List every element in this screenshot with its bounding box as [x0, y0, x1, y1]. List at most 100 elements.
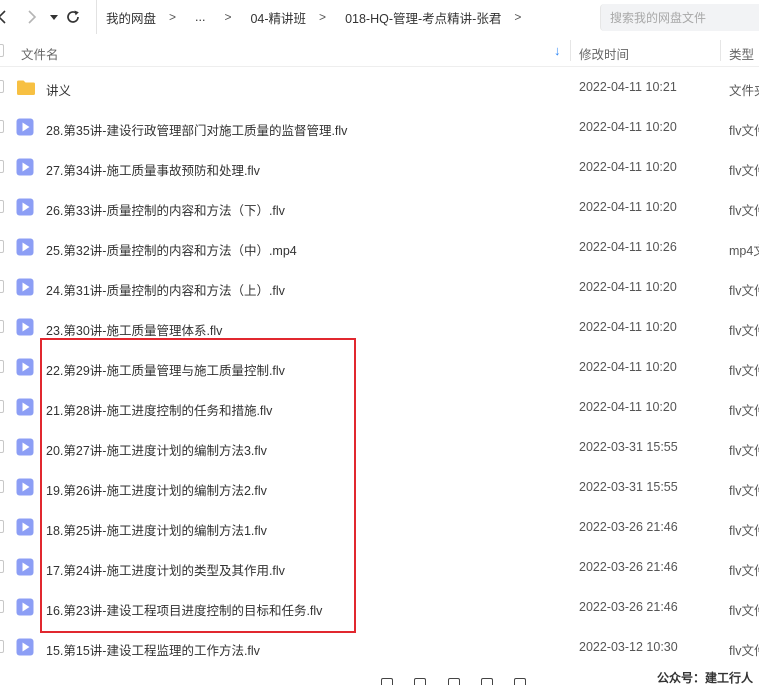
file-row[interactable]: 讲义 2022-04-11 10:21 文件夹	[0, 67, 759, 107]
column-header-type[interactable]: 类型	[729, 44, 754, 63]
search-placeholder: 搜索我的网盘文件	[610, 11, 707, 25]
row-checkbox[interactable]	[0, 640, 4, 653]
file-row[interactable]: 16.第23讲-建设工程项目进度控制的目标和任务.flv 2022-03-26 2…	[0, 587, 759, 627]
forward-icon[interactable]	[22, 7, 42, 27]
file-name[interactable]: 17.第24讲-施工进度计划的类型及其作用.flv	[46, 560, 285, 579]
file-name[interactable]: 26.第33讲-质量控制的内容和方法（下）.flv	[46, 200, 285, 219]
file-row[interactable]: 17.第24讲-施工进度计划的类型及其作用.flv 2022-03-26 21:4…	[0, 547, 759, 587]
breadcrumb-separator: >	[319, 10, 327, 24]
history-dropdown-icon[interactable]	[44, 7, 64, 27]
row-checkbox[interactable]	[0, 80, 4, 93]
file-name[interactable]: 25.第32讲-质量控制的内容和方法（中）.mp4	[46, 240, 297, 259]
file-type: flv文件	[729, 324, 759, 338]
more-icon[interactable]	[514, 678, 526, 685]
video-file-icon	[16, 118, 34, 136]
file-type: flv文件	[729, 284, 759, 298]
file-modified-time: 2022-04-11 10:20	[579, 320, 677, 334]
file-name[interactable]: 24.第31讲-质量控制的内容和方法（上）.flv	[46, 280, 285, 299]
row-checkbox[interactable]	[0, 280, 4, 293]
video-file-icon	[16, 358, 34, 376]
file-name[interactable]: 23.第30讲-施工质量管理体系.flv	[46, 320, 222, 339]
file-type: flv文件	[729, 604, 759, 618]
file-row[interactable]: 18.第25讲-施工进度计划的编制方法1.flv 2022-03-26 21:46…	[0, 507, 759, 547]
back-icon[interactable]	[0, 7, 12, 27]
video-file-icon	[16, 518, 34, 536]
row-checkbox[interactable]	[0, 200, 4, 213]
file-name[interactable]: 20.第27讲-施工进度计划的编制方法3.flv	[46, 440, 267, 459]
file-modified-time: 2022-04-11 10:20	[579, 280, 677, 294]
file-type: mp4文件	[729, 244, 759, 258]
file-name[interactable]: 19.第26讲-施工进度计划的编制方法2.flv	[46, 480, 267, 499]
file-name[interactable]: 28.第35讲-建设行政管理部门对施工质量的监督管理.flv	[46, 120, 347, 139]
row-checkbox[interactable]	[0, 520, 4, 533]
file-name[interactable]: 18.第25讲-施工进度计划的编制方法1.flv	[46, 520, 267, 539]
select-all-checkbox[interactable]	[0, 44, 4, 57]
file-name[interactable]: 16.第23讲-建设工程项目进度控制的目标和任务.flv	[46, 600, 322, 619]
search-input[interactable]: 搜索我的网盘文件	[600, 4, 759, 31]
file-row[interactable]: 21.第28讲-施工进度控制的任务和措施.flv 2022-04-11 10:20…	[0, 387, 759, 427]
file-modified-time: 2022-04-11 10:20	[579, 400, 677, 414]
file-row[interactable]: 28.第35讲-建设行政管理部门对施工质量的监督管理.flv 2022-04-11…	[0, 107, 759, 147]
file-type: flv文件	[729, 524, 759, 538]
column-divider[interactable]	[570, 40, 571, 61]
file-name[interactable]: 21.第28讲-施工进度控制的任务和措施.flv	[46, 400, 272, 419]
video-file-icon	[16, 158, 34, 176]
file-row[interactable]: 19.第26讲-施工进度计划的编制方法2.flv 2022-03-31 15:55…	[0, 467, 759, 507]
file-name[interactable]: 15.第15讲-建设工程监理的工作方法.flv	[46, 640, 260, 659]
file-row[interactable]: 27.第34讲-施工质量事故预防和处理.flv 2022-04-11 10:20 f…	[0, 147, 759, 187]
refresh-icon[interactable]	[63, 7, 83, 27]
file-type: flv文件	[729, 124, 759, 138]
row-checkbox[interactable]	[0, 240, 4, 253]
breadcrumb-item-current-folder[interactable]: 018-HQ-管理-考点精讲-张君	[345, 8, 501, 27]
breadcrumb-item-my-drive[interactable]: 我的网盘	[106, 8, 156, 27]
folder-icon	[16, 79, 36, 96]
column-header-name[interactable]: 文件名	[21, 44, 59, 63]
file-modified-time: 2022-04-11 10:20	[579, 160, 677, 174]
video-file-icon	[16, 198, 34, 216]
file-row[interactable]: 26.第33讲-质量控制的内容和方法（下）.flv 2022-04-11 10:2…	[0, 187, 759, 227]
file-type: flv文件	[729, 204, 759, 218]
file-row[interactable]: 25.第32讲-质量控制的内容和方法（中）.mp4 2022-04-11 10:2…	[0, 227, 759, 267]
file-row[interactable]: 22.第29讲-施工质量管理与施工质量控制.flv 2022-04-11 10:2…	[0, 347, 759, 387]
sort-descending-icon[interactable]: ↓	[554, 43, 561, 58]
breadcrumb-item-course[interactable]: 04-精讲班	[250, 8, 306, 27]
watermark-text: 公众号：建工行人	[655, 669, 754, 685]
file-row[interactable]: 23.第30讲-施工质量管理体系.flv 2022-04-11 10:20 flv文…	[0, 307, 759, 347]
row-checkbox[interactable]	[0, 480, 4, 493]
file-row[interactable]: 15.第15讲-建设工程监理的工作方法.flv 2022-03-12 10:30 f…	[0, 627, 759, 667]
file-modified-time: 2022-03-26 21:46	[579, 520, 678, 534]
move-icon[interactable]	[481, 678, 493, 685]
file-modified-time: 2022-04-11 10:20	[579, 200, 677, 214]
file-row[interactable]: 20.第27讲-施工进度计划的编制方法3.flv 2022-03-31 15:55…	[0, 427, 759, 467]
row-checkbox[interactable]	[0, 560, 4, 573]
file-type: flv文件	[729, 404, 759, 418]
share-icon[interactable]	[381, 678, 393, 685]
file-modified-time: 2022-03-26 21:46	[579, 560, 678, 574]
row-checkbox[interactable]	[0, 440, 4, 453]
delete-icon[interactable]	[448, 678, 460, 685]
file-type: flv文件	[729, 444, 759, 458]
file-name[interactable]: 22.第29讲-施工质量管理与施工质量控制.flv	[46, 360, 285, 379]
breadcrumb-separator: >	[514, 10, 522, 24]
video-file-icon	[16, 318, 34, 336]
file-modified-time: 2022-04-11 10:20	[579, 120, 677, 134]
file-name[interactable]: 27.第34讲-施工质量事故预防和处理.flv	[46, 160, 260, 179]
video-file-icon	[16, 598, 34, 616]
row-checkbox[interactable]	[0, 360, 4, 373]
row-checkbox[interactable]	[0, 400, 4, 413]
file-list-header: 文件名 ↓ 修改时间 类型	[0, 34, 759, 67]
video-file-icon	[16, 278, 34, 296]
breadcrumb-separator: >	[224, 10, 232, 24]
cut-icon[interactable]	[414, 678, 426, 685]
row-checkbox[interactable]	[0, 320, 4, 333]
file-type: flv文件	[729, 644, 759, 658]
breadcrumb-item-ellipsis[interactable]: ...	[195, 10, 205, 24]
file-row[interactable]: 24.第31讲-质量控制的内容和方法（上）.flv 2022-04-11 10:2…	[0, 267, 759, 307]
file-name[interactable]: 讲义	[46, 80, 71, 99]
row-checkbox[interactable]	[0, 600, 4, 613]
row-checkbox[interactable]	[0, 160, 4, 173]
breadcrumb: 我的网盘 > ... > 04-精讲班 > 018-HQ-管理-考点精讲-张君 …	[96, 0, 540, 34]
column-divider[interactable]	[720, 40, 721, 61]
row-checkbox[interactable]	[0, 120, 4, 133]
column-header-modified[interactable]: 修改时间	[579, 44, 629, 63]
